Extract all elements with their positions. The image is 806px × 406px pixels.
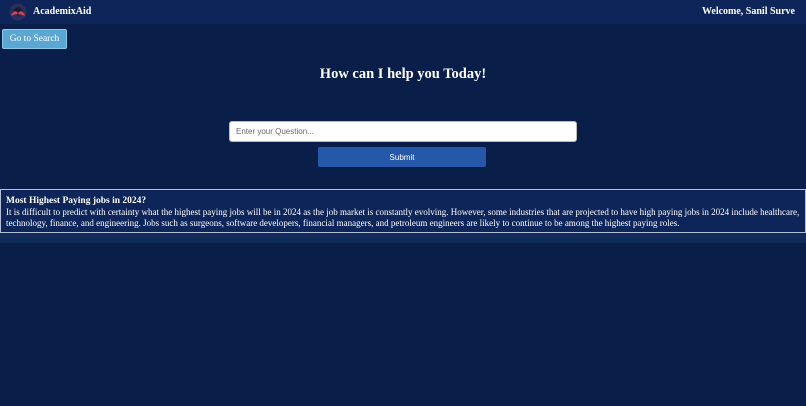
answer-card: Most Highest Paying jobs in 2024? It is … bbox=[0, 189, 806, 233]
page-headline: How can I help you Today! bbox=[319, 66, 487, 82]
divider-strip bbox=[0, 233, 806, 243]
go-to-search-button[interactable]: Go to Search bbox=[2, 29, 67, 49]
academix-logo-icon bbox=[9, 3, 27, 21]
welcome-message: Welcome, Sanil Surve bbox=[701, 6, 795, 17]
submit-button[interactable]: Submit bbox=[318, 147, 486, 167]
brand[interactable]: AcademixAid bbox=[9, 3, 91, 21]
answer-title: Most Highest Paying jobs in 2024? bbox=[6, 196, 147, 206]
answer-line: It is difficult to predict with certaint… bbox=[6, 207, 800, 217]
answer-text: It is difficult to predict with certaint… bbox=[6, 207, 800, 228]
question-input[interactable] bbox=[229, 121, 577, 142]
answer-line: technology, finance, and engineering. Jo… bbox=[6, 217, 680, 228]
top-navbar: AcademixAid Welcome, Sanil Surve bbox=[0, 0, 806, 24]
brand-name: AcademixAid bbox=[33, 6, 92, 17]
